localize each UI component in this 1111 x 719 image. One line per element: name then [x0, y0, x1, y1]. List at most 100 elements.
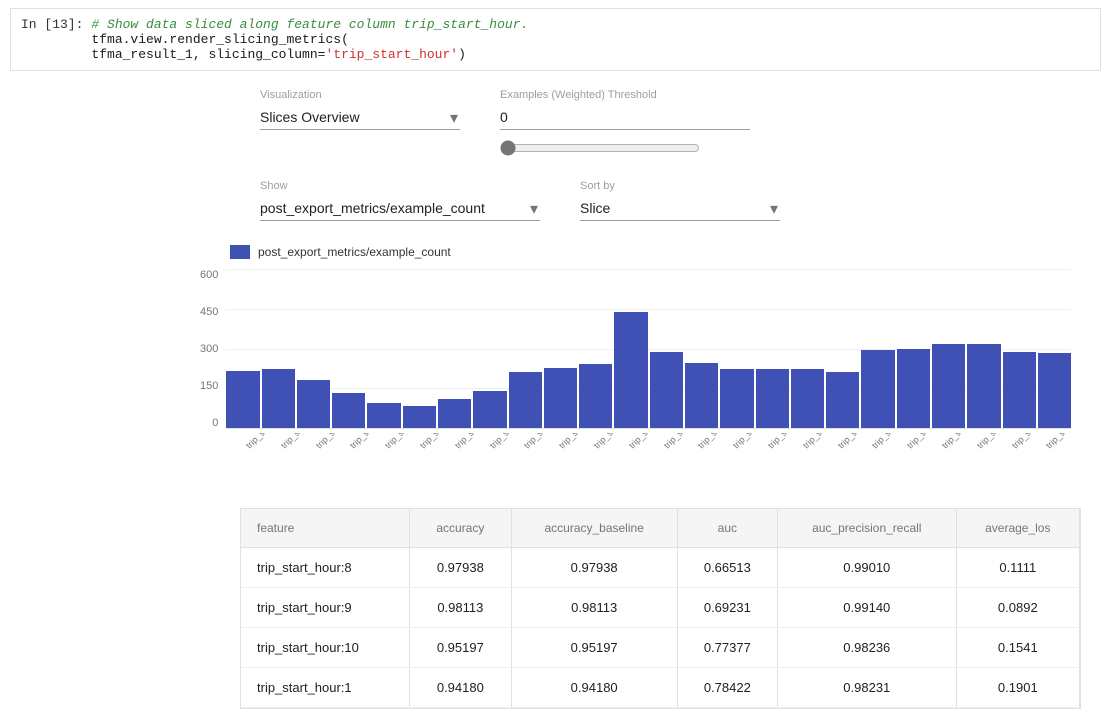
col-auc-precision-recall: auc_precision_recall: [778, 509, 957, 548]
slider-wrapper: [500, 140, 750, 160]
chart-area: 600 450 300 150 0: [200, 269, 1071, 429]
show-dropdown-wrapper: post_export_metrics/example_count accura…: [260, 196, 540, 221]
cell-accuracy: 0.97938: [410, 548, 512, 588]
cell-average_los: 0.1541: [956, 628, 1079, 668]
cell-auc: 0.69231: [677, 588, 777, 628]
code-cell: In [13]: # Show data sliced along featur…: [10, 8, 1101, 71]
bar-10: [579, 364, 612, 428]
visualization-label: Visualization: [260, 89, 460, 101]
bar-12: [650, 352, 683, 428]
cell-auc: 0.78422: [677, 668, 777, 708]
legend-color-box: [230, 245, 250, 259]
y-label-600: 600: [200, 269, 218, 281]
sort-control: Sort by Slice accuracy auc ▾: [580, 180, 780, 221]
cell-auc_precision_recall: 0.98236: [778, 628, 957, 668]
bar-16: [791, 369, 824, 428]
chart-legend: post_export_metrics/example_count: [230, 245, 1071, 259]
threshold-control: Examples (Weighted) Threshold: [500, 89, 750, 160]
show-label: Show: [260, 180, 540, 192]
bar-23: [1038, 353, 1071, 428]
code-comment: # Show data sliced along feature column …: [91, 17, 1090, 32]
header-row: feature accuracy accuracy_baseline auc a…: [241, 509, 1080, 548]
bar-22: [1003, 352, 1036, 428]
sort-select[interactable]: Slice accuracy auc: [580, 196, 780, 221]
bar-11: [614, 312, 647, 428]
cell-accuracy: 0.98113: [410, 588, 512, 628]
table-body: trip_start_hour:80.979380.979380.665130.…: [241, 548, 1080, 708]
cell-average_los: 0.1901: [956, 668, 1079, 708]
cell-accuracy: 0.95197: [410, 628, 512, 668]
sort-label: Sort by: [580, 180, 780, 192]
bar-0: [226, 371, 259, 428]
table-row: trip_start_hour:80.979380.979380.665130.…: [241, 548, 1080, 588]
bar-3: [332, 393, 365, 428]
bar-18: [861, 350, 894, 428]
y-label-0: 0: [212, 417, 218, 429]
bar-14: [720, 369, 753, 428]
code-block: # Show data sliced along feature column …: [91, 17, 1090, 62]
bar-7: [473, 391, 506, 428]
cell-feature: trip_start_hour:1: [241, 668, 410, 708]
cell-average_los: 0.0892: [956, 588, 1079, 628]
col-accuracy: accuracy: [410, 509, 512, 548]
bar-20: [932, 344, 965, 428]
cell-accuracy_baseline: 0.98113: [511, 588, 677, 628]
bar-9: [544, 368, 577, 428]
controls-row-2: Show post_export_metrics/example_count a…: [20, 180, 1091, 221]
table-header: feature accuracy accuracy_baseline auc a…: [241, 509, 1080, 548]
cell-average_los: 0.1111: [956, 548, 1079, 588]
col-feature: feature: [241, 509, 410, 548]
chart-container: post_export_metrics/example_count 600 45…: [20, 245, 1091, 488]
col-average-loss: average_los: [956, 509, 1079, 548]
widget-area: Visualization Slices Overview Metrics Hi…: [0, 79, 1111, 719]
threshold-slider[interactable]: [500, 140, 700, 156]
cell-auc_precision_recall: 0.98231: [778, 668, 957, 708]
show-control: Show post_export_metrics/example_count a…: [260, 180, 540, 221]
bar-1: [262, 369, 295, 428]
col-accuracy-baseline: accuracy_baseline: [511, 509, 677, 548]
cell-feature: trip_start_hour:8: [241, 548, 410, 588]
metrics-table: feature accuracy accuracy_baseline auc a…: [241, 509, 1080, 708]
y-label-150: 150: [200, 380, 218, 392]
table-row: trip_start_hour:100.951970.951970.773770…: [241, 628, 1080, 668]
legend-label: post_export_metrics/example_count: [258, 245, 451, 259]
y-axis: 600 450 300 150 0: [200, 269, 226, 429]
visualization-dropdown-wrapper: Slices Overview Metrics Histogram ▾: [260, 105, 460, 130]
cell-auc_precision_recall: 0.99010: [778, 548, 957, 588]
cell-feature: trip_start_hour:10: [241, 628, 410, 668]
threshold-input[interactable]: [500, 105, 750, 130]
cell-feature: trip_start_hour:9: [241, 588, 410, 628]
cell-label: In [13]:: [21, 17, 83, 32]
cell-accuracy: 0.94180: [410, 668, 512, 708]
bar-13: [685, 363, 718, 428]
cell-accuracy_baseline: 0.97938: [511, 548, 677, 588]
chart-inner: [226, 269, 1071, 429]
bar-8: [509, 372, 542, 428]
bar-2: [297, 380, 330, 428]
cell-auc: 0.66513: [677, 548, 777, 588]
table-row: trip_start_hour:90.981130.981130.692310.…: [241, 588, 1080, 628]
sort-dropdown-wrapper: Slice accuracy auc ▾: [580, 196, 780, 221]
show-select[interactable]: post_export_metrics/example_count accura…: [260, 196, 540, 221]
threshold-label: Examples (Weighted) Threshold: [500, 89, 750, 101]
bar-4: [367, 403, 400, 428]
visualization-select[interactable]: Slices Overview Metrics Histogram: [260, 105, 460, 130]
code-line1: tfma.view.render_slicing_metrics(: [91, 32, 1090, 47]
col-auc: auc: [677, 509, 777, 548]
cell-auc: 0.77377: [677, 628, 777, 668]
cell-auc_precision_recall: 0.99140: [778, 588, 957, 628]
table-container: feature accuracy accuracy_baseline auc a…: [240, 508, 1081, 709]
y-label-300: 300: [200, 343, 218, 355]
table-row: trip_start_hour:10.941800.941800.784220.…: [241, 668, 1080, 708]
x-labels-wrapper: trip_s...trip_s...trip_s...trip_s...trip…: [238, 433, 1071, 488]
bar-19: [897, 349, 930, 429]
y-label-450: 450: [200, 306, 218, 318]
bar-6: [438, 399, 471, 428]
cell-accuracy_baseline: 0.95197: [511, 628, 677, 668]
bar-21: [967, 344, 1000, 428]
code-line2: tfma_result_1, slicing_column='trip_star…: [91, 47, 1090, 62]
bars-container: [226, 269, 1071, 428]
bar-15: [756, 369, 789, 428]
visualization-control: Visualization Slices Overview Metrics Hi…: [260, 89, 460, 130]
controls-row-1: Visualization Slices Overview Metrics Hi…: [20, 89, 1091, 160]
